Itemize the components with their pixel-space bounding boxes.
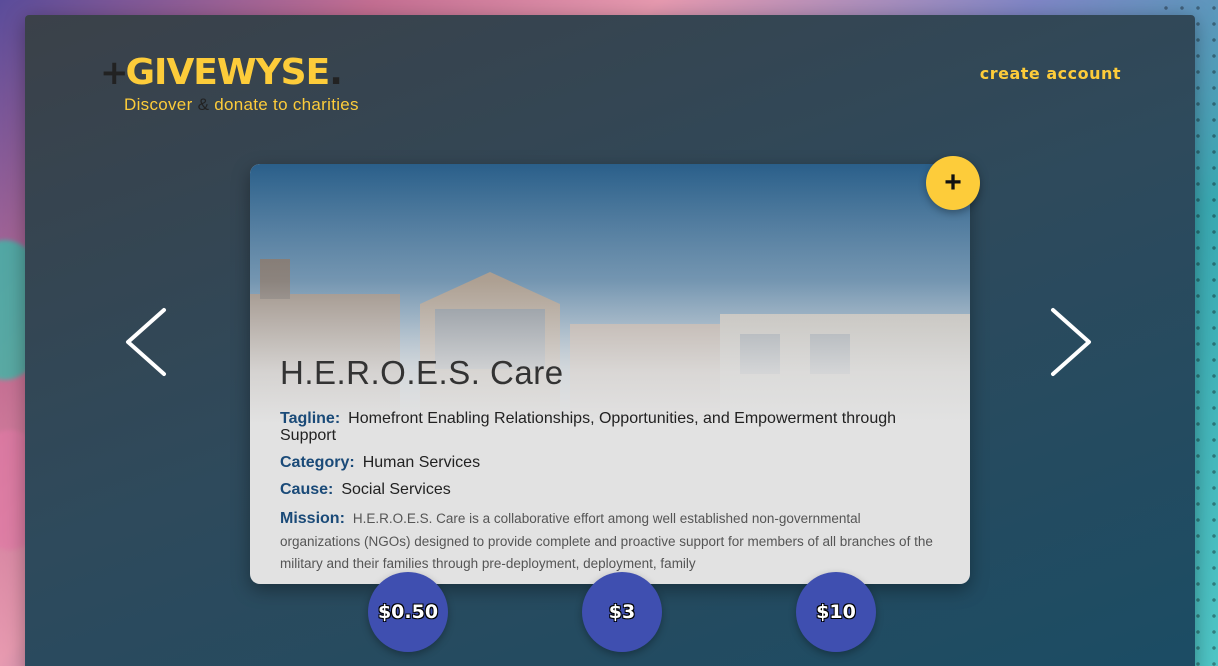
charity-category-row: Category: Human Services [280, 454, 940, 471]
create-account-link[interactable]: create account [980, 64, 1121, 83]
charity-tagline: Homefront Enabling Relationships, Opport… [280, 410, 897, 444]
charity-mission-row: Mission: H.E.R.O.E.S. Care is a collabora… [280, 508, 940, 576]
tagline-discover: Discover [124, 95, 193, 114]
chevron-right-icon[interactable] [1045, 306, 1095, 378]
logo-plus: + [100, 53, 128, 93]
charity-name: H.E.R.O.E.S. Care [280, 354, 564, 391]
logo-text: GIVEWYSE [125, 52, 331, 93]
cause-label: Cause: [280, 481, 334, 498]
tagline-donate: donate to charities [214, 95, 359, 114]
tagline-ampersand: & [197, 95, 210, 114]
charity-details: H.E.R.O.E.S. Care Tagline: Homefront Enab… [280, 354, 940, 576]
chevron-left-icon[interactable] [122, 306, 172, 378]
site-tagline: Discover & donate to charities [124, 95, 359, 115]
charity-category: Human Services [362, 454, 481, 471]
mission-label: Mission: [280, 510, 345, 527]
logo-dot: . [329, 52, 343, 93]
tagline-label: Tagline: [280, 410, 341, 427]
charity-cause: Social Services [341, 481, 451, 498]
charity-card[interactable]: H.E.R.O.E.S. Care Tagline: Homefront Enab… [250, 164, 970, 584]
charity-mission: H.E.R.O.E.S. Care is a collaborative eff… [280, 511, 933, 571]
givewyse-logo[interactable]: +GIVEWYSE. [100, 52, 343, 93]
category-label: Category: [280, 454, 355, 471]
donate-10-button[interactable]: $10 [796, 572, 876, 652]
charity-cause-row: Cause: Social Services [280, 481, 940, 498]
donate-3-button[interactable]: $3 [582, 572, 662, 652]
charity-tagline-row: Tagline: Homefront Enabling Relationships… [280, 410, 940, 444]
add-favorite-button[interactable]: + [926, 156, 980, 210]
donate-050-button[interactable]: $0.50 [368, 572, 448, 652]
plus-icon: + [944, 166, 962, 199]
